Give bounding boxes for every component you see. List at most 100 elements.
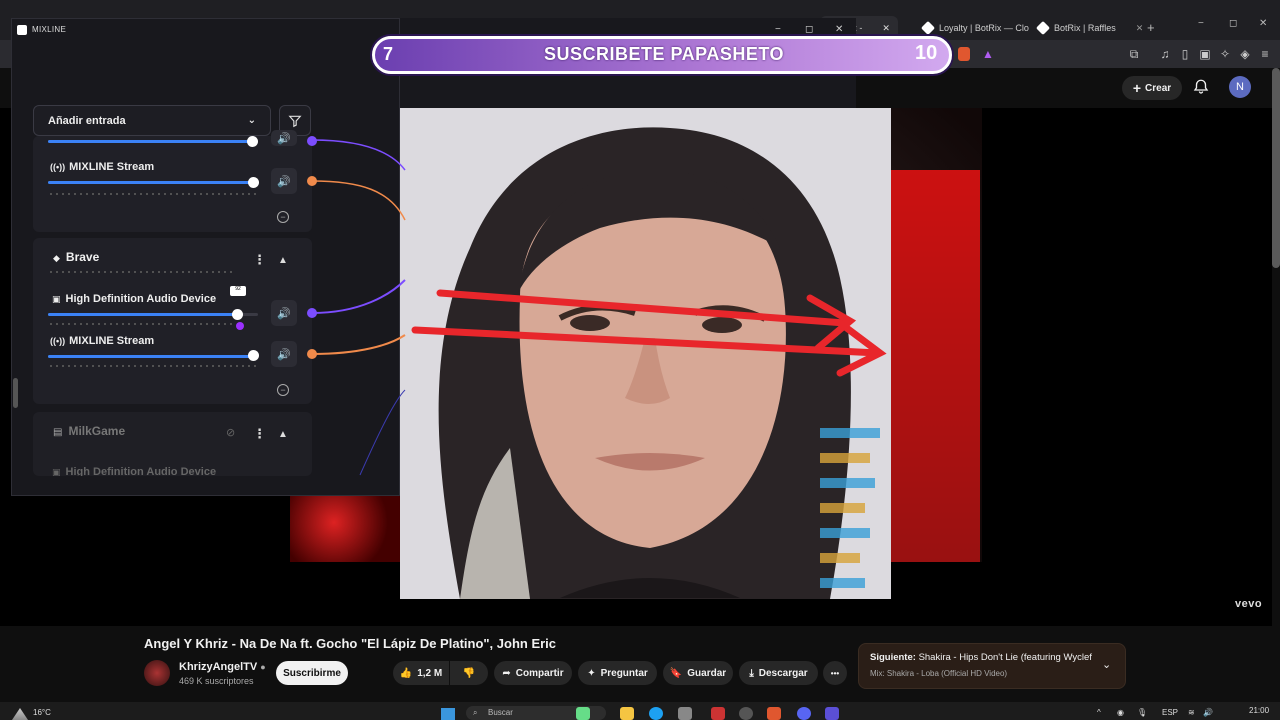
volume-icon[interactable]: 🔊 (1203, 708, 1213, 717)
language-indicator[interactable]: ESP (1162, 708, 1178, 717)
filter-icon (288, 115, 302, 127)
dislike-button[interactable]: 👎 (450, 661, 488, 685)
collapse-chevron-icon[interactable]: ▲ (278, 255, 288, 266)
banner-text: SUSCRIBETE PAPASHETO (543, 44, 785, 64)
collapse-chevron-icon[interactable]: ▲ (278, 429, 288, 440)
volume-tooltip: 92 (230, 286, 246, 296)
slider-knob[interactable] (247, 136, 258, 147)
stream-row-label: ((•)) MIXLINE Stream (50, 335, 155, 347)
subscriber-count: 469 K suscriptores (179, 676, 254, 686)
mixline-maximize-button[interactable]: ◻ (805, 24, 813, 35)
mixline-title: MIXLINE (32, 25, 67, 34)
up-next-label: Siguiente: Shakira - Hips Don't Lie (fea… (870, 652, 1092, 663)
minimize-button[interactable]: − (1198, 18, 1204, 29)
share-button[interactable]: ➦ Compartir (494, 661, 572, 685)
vpn-icon[interactable]: ◈ (1238, 47, 1252, 61)
level-meter (48, 193, 258, 195)
ask-button[interactable]: ✦ Preguntar (578, 661, 657, 685)
video-red-backdrop (880, 170, 980, 562)
slider-knob[interactable] (248, 350, 259, 361)
maximize-button[interactable]: ◻ (1229, 18, 1237, 29)
slider-fill (48, 355, 254, 358)
mixline-scrollbar[interactable] (13, 378, 18, 408)
leo-ai-icon[interactable]: ✧ (1218, 47, 1232, 61)
widget-icon[interactable] (576, 707, 590, 720)
tray-app-icon[interactable]: ◉ (1117, 708, 1124, 717)
wifi-icon[interactable]: ≋ (1188, 708, 1195, 717)
windows-taskbar (0, 702, 1280, 720)
disconnected-icon: ⊘ (226, 427, 236, 439)
output-port[interactable] (307, 136, 317, 146)
download-button[interactable]: ⤓ Descargar (739, 661, 818, 685)
clock[interactable]: 21:00 (1249, 706, 1269, 715)
search-icon: ⌕ (473, 708, 478, 717)
tab-raffles[interactable]: BotRix | Raffles ✕ (1030, 16, 1151, 40)
device-row-label: ▣ High Definition Audio Device (52, 466, 217, 476)
speaker-icon[interactable]: 🔊 (271, 341, 297, 367)
cursor-dot (236, 322, 244, 330)
brave-rewards-icon[interactable]: ▲ (981, 47, 995, 61)
brave-icon[interactable] (767, 707, 781, 720)
tray-chevron-icon[interactable]: ^ (1097, 708, 1101, 717)
add-input-dropdown[interactable]: Añadir entrada ⌄ (33, 105, 271, 136)
music-icon[interactable]: ♫ (1158, 47, 1172, 61)
obs-icon[interactable] (739, 707, 753, 720)
stream-row-label: ((•)) MIXLINE Stream (50, 161, 155, 173)
video-red-element (290, 496, 400, 562)
sidebar-icon[interactable]: ▯ (1178, 47, 1192, 61)
file-explorer-icon[interactable] (620, 707, 634, 720)
menu-icon[interactable]: ≡ (1258, 47, 1272, 61)
create-button[interactable]: + Crear (1122, 76, 1182, 100)
brave-group-title: ◆ Brave (53, 250, 100, 264)
close-tab-icon[interactable]: ✕ (882, 23, 890, 34)
page-scrollbar[interactable] (1272, 68, 1280, 268)
channel-name[interactable]: KhrizyAngelTV ● (179, 661, 266, 673)
up-next-card[interactable] (858, 643, 1126, 689)
speaker-icon[interactable]: 🔊 (271, 130, 297, 146)
weather-temperature[interactable]: 16°C (33, 708, 51, 717)
slider-knob[interactable] (248, 177, 259, 188)
share-icon: ➦ (502, 667, 511, 679)
app-icon[interactable] (711, 707, 725, 720)
tab-label: Loyalty | BotRix — Clo (939, 23, 1029, 33)
save-button[interactable]: 🔖 Guardar (663, 661, 733, 685)
broadcast-icon: ((•)) (50, 162, 66, 172)
account-avatar[interactable]: N (1229, 76, 1251, 98)
remove-source-icon[interactable]: − (277, 384, 289, 396)
output-port[interactable] (307, 176, 317, 186)
close-window-button[interactable]: ✕ (1259, 18, 1267, 29)
tab-search-icon[interactable]: ⧉ (1127, 47, 1141, 61)
discord-icon[interactable] (797, 707, 811, 720)
download-icon: ⤓ (749, 667, 754, 679)
channel-avatar[interactable] (144, 660, 170, 686)
start-icon[interactable] (441, 708, 455, 720)
tray-mic-icon[interactable]: 🎙 (1137, 708, 1147, 717)
wallet-icon[interactable]: ▣ (1198, 47, 1212, 61)
more-options-icon[interactable]: ⋮ (253, 426, 266, 442)
slider-fill (48, 140, 248, 143)
speaker-icon[interactable]: 🔊 (271, 300, 297, 326)
banner-left-number: 7 (383, 44, 394, 64)
edge-icon[interactable] (649, 707, 663, 720)
brave-shield-icon[interactable] (958, 47, 970, 61)
output-port[interactable] (307, 349, 317, 359)
output-port[interactable] (307, 308, 317, 318)
like-button[interactable]: 👍 1,2 M (393, 661, 449, 685)
milkgame-group-title: ▤ MilkGame (53, 424, 126, 438)
more-options-icon[interactable]: ⋮ (253, 252, 266, 268)
more-actions-button[interactable]: ••• (823, 661, 847, 685)
mixline-app-icon[interactable] (825, 707, 839, 720)
slider-knob[interactable] (232, 309, 243, 320)
remove-source-icon[interactable]: − (277, 211, 289, 223)
bookmark-icon: 🔖 (669, 667, 683, 679)
store-icon[interactable] (678, 707, 692, 720)
mixline-minimize-button[interactable]: − (775, 24, 781, 35)
notifications-bell-icon[interactable] (1192, 78, 1210, 96)
close-tab-icon[interactable]: ✕ (1136, 23, 1144, 34)
mixline-close-button[interactable]: ✕ (835, 24, 843, 35)
new-tab-button[interactable]: + (1147, 20, 1155, 35)
chevron-down-icon[interactable]: ⌄ (1102, 658, 1111, 671)
subscribe-button[interactable]: Suscribirme (276, 661, 348, 685)
level-meter (48, 365, 258, 367)
speaker-icon[interactable]: 🔊 (271, 168, 297, 194)
